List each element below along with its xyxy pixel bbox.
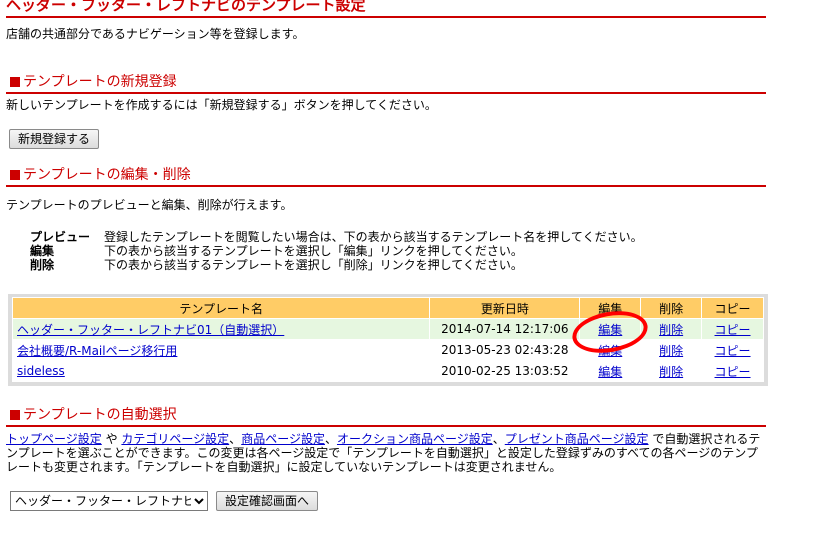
edit-cell: 編集 (579, 360, 642, 382)
table-row: sideless 2010-02-25 13:03:52 編集 削除 コピー (11, 360, 764, 382)
product-page-settings-link[interactable]: 商品ページ設定 (241, 432, 325, 446)
header-copy: コピー (701, 297, 764, 319)
definition-desc: 登録したテンプレートを閲覧したい場合は、下の表から該当するテンプレート名を押して… (104, 230, 643, 244)
red-square-icon (10, 170, 20, 180)
new-template-heading-text: テンプレートの新規登録 (23, 74, 177, 90)
auto-select-heading-text: テンプレートの自動選択 (23, 407, 177, 423)
table-row: ヘッダー・フッター・レフトナビ01（自動選択） 2014-07-14 12:17… (11, 318, 764, 340)
copy-cell: コピー (701, 318, 764, 340)
template-table: テンプレート名 更新日時 編集 削除 コピー ヘッダー・フッター・レフトナビ01… (11, 297, 764, 382)
category-page-settings-link[interactable]: カテゴリページ設定 (121, 432, 229, 446)
copy-cell: コピー (701, 339, 764, 361)
definition-term: 編集 (30, 244, 55, 258)
template-select[interactable]: ヘッダー・フッター・レフトナビ01 (10, 491, 208, 511)
edit-link[interactable]: 編集 (598, 365, 622, 379)
auction-page-settings-link[interactable]: オークション商品ページ設定 (337, 432, 493, 446)
definition-delete: 削除 下の表から該当するテンプレートを選択し「削除」リンクを押してください。 (30, 258, 643, 272)
template-name-link[interactable]: sideless (17, 364, 65, 378)
updated-cell: 2010-02-25 13:03:52 (429, 360, 581, 382)
template-table-frame: テンプレート名 更新日時 編集 削除 コピー ヘッダー・フッター・レフトナビ01… (8, 294, 768, 386)
copy-link[interactable]: コピー (715, 365, 751, 379)
copy-link[interactable]: コピー (715, 323, 751, 337)
edit-delete-heading: テンプレートの編集・削除 (6, 166, 766, 187)
separator-text: 、 (229, 432, 242, 446)
auto-select-heading: テンプレートの自動選択 (6, 406, 766, 427)
red-square-icon (10, 77, 20, 87)
separator-text: 、 (492, 432, 505, 446)
new-template-description: 新しいテンプレートを作成するには「新規登録する」ボタンを押してください。 (6, 98, 437, 112)
template-name-cell: 会社概要/R-Mailページ移行用 (11, 339, 431, 361)
table-header-row: テンプレート名 更新日時 編集 削除 コピー (11, 297, 764, 319)
definition-term: 削除 (30, 258, 55, 272)
template-name-link[interactable]: ヘッダー・フッター・レフトナビ01（自動選択） (17, 323, 284, 337)
definition-edit: 編集 下の表から該当するテンプレートを選択し「編集」リンクを押してください。 (30, 244, 643, 258)
delete-cell: 削除 (640, 360, 703, 382)
definition-desc: 下の表から該当するテンプレートを選択し「編集」リンクを押してください。 (104, 244, 523, 258)
page-description: 店舗の共通部分であるナビゲーション等を登録します。 (6, 27, 305, 41)
updated-cell: 2014-07-14 12:17:06 (429, 318, 581, 340)
definition-term: プレビュー (30, 230, 91, 244)
confirm-settings-button[interactable]: 設定確認画面へ (216, 491, 319, 511)
new-register-button[interactable]: 新規登録する (9, 129, 100, 149)
auto-select-description: トップページ設定 や カテゴリページ設定、商品ページ設定、オークション商品ページ… (6, 432, 768, 474)
delete-link[interactable]: 削除 (659, 344, 683, 358)
copy-link[interactable]: コピー (715, 344, 751, 358)
top-page-settings-link[interactable]: トップページ設定 (6, 432, 102, 446)
header-template-name: テンプレート名 (11, 297, 431, 319)
table-row: 会社概要/R-Mailページ移行用 2013-05-23 02:43:28 編集… (11, 339, 764, 361)
delete-link[interactable]: 削除 (659, 323, 683, 337)
edit-delete-heading-text: テンプレートの編集・削除 (23, 167, 191, 183)
definition-desc: 下の表から該当するテンプレートを選択し「削除」リンクを押してください。 (104, 258, 523, 272)
separator-text: 、 (324, 432, 337, 446)
updated-cell: 2013-05-23 02:43:28 (429, 339, 581, 361)
template-name-cell: ヘッダー・フッター・レフトナビ01（自動選択） (11, 318, 431, 340)
copy-cell: コピー (701, 360, 764, 382)
header-updated: 更新日時 (429, 297, 581, 319)
definition-preview: プレビュー 登録したテンプレートを閲覧したい場合は、下の表から該当するテンプレート… (30, 230, 643, 244)
template-name-cell: sideless (11, 360, 431, 382)
present-page-settings-link[interactable]: プレゼント商品ページ設定 (505, 432, 649, 446)
delete-link[interactable]: 削除 (659, 365, 683, 379)
header-delete: 削除 (640, 297, 703, 319)
edit-delete-description: テンプレートのプレビューと編集、削除が行えます。 (6, 198, 293, 212)
template-name-link[interactable]: 会社概要/R-Mailページ移行用 (17, 344, 177, 358)
delete-cell: 削除 (640, 339, 703, 361)
new-template-heading: テンプレートの新規登録 (6, 73, 766, 94)
separator-text: や (101, 432, 122, 446)
page-title: ヘッダー・フッター・レフトナビのテンプレート設定 (6, 0, 766, 18)
delete-cell: 削除 (640, 318, 703, 340)
definition-list: プレビュー 登録したテンプレートを閲覧したい場合は、下の表から該当するテンプレート… (30, 230, 643, 272)
red-square-icon (10, 410, 20, 420)
